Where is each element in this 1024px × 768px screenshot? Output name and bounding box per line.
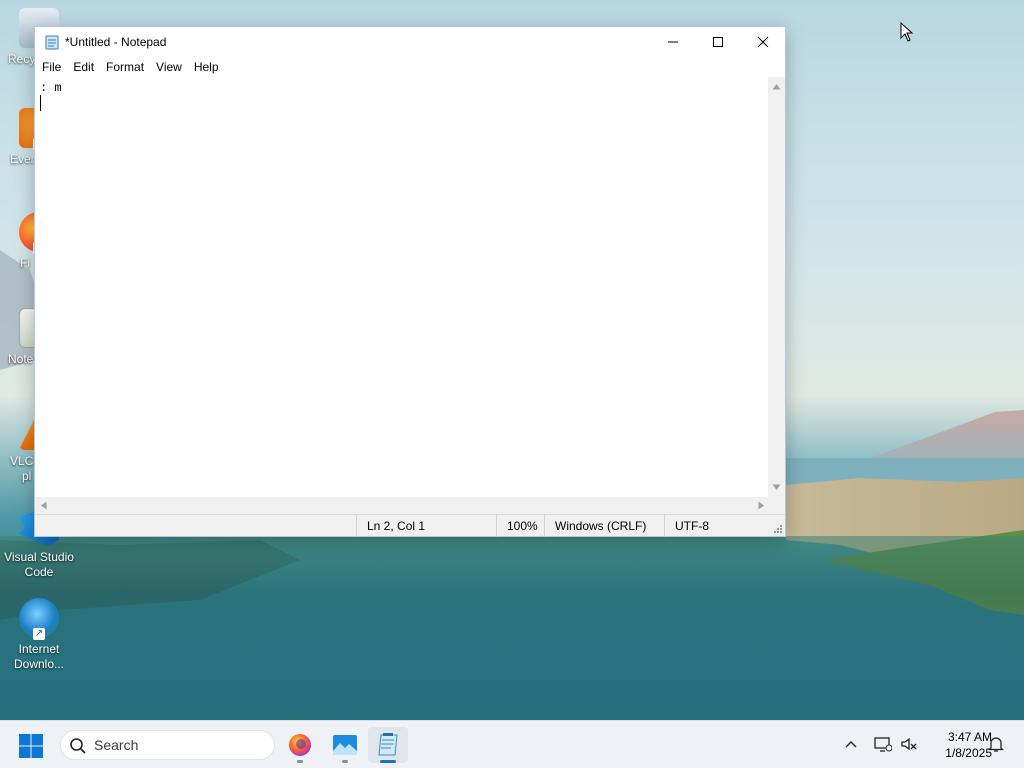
menu-edit[interactable]: Edit — [67, 58, 100, 76]
horizontal-scrollbar[interactable] — [35, 497, 770, 514]
water-reflection — [0, 536, 1024, 720]
chevron-up-icon — [845, 741, 857, 748]
taskbar-search[interactable] — [60, 730, 275, 760]
volume-status-button[interactable] — [898, 733, 920, 755]
text-editor-area[interactable]: : m — [35, 77, 770, 497]
desktop-icon-label-line2: Code — [24, 565, 54, 579]
running-indicator — [297, 760, 303, 763]
photos-icon — [333, 735, 357, 755]
status-cursor-position: Ln 2, Col 1 — [356, 515, 496, 537]
desktop-icon-label-line2: Downlo... — [13, 657, 65, 671]
scroll-up-icon[interactable] — [772, 83, 781, 90]
network-status-button[interactable] — [872, 733, 894, 755]
search-icon — [70, 738, 86, 754]
notifications-button[interactable] — [985, 733, 1007, 755]
bell-icon — [988, 736, 1004, 752]
minimize-button[interactable] — [650, 27, 696, 57]
menu-help[interactable]: Help — [188, 58, 225, 76]
search-input[interactable] — [94, 736, 264, 754]
title-bar[interactable]: *Untitled - Notepad — [35, 27, 785, 57]
status-zoom: 100% — [496, 515, 546, 537]
idm-globe-icon: ↗ — [19, 598, 59, 640]
scroll-down-icon[interactable] — [772, 484, 781, 491]
clock-time: 3:47 AM — [947, 730, 992, 744]
vertical-scrollbar[interactable] — [768, 77, 785, 497]
desktop-icon-label: Visual Studio — [4, 550, 74, 564]
menu-bar: File Edit Format View Help — [35, 57, 785, 77]
scroll-right-icon[interactable] — [758, 501, 765, 510]
menu-file[interactable]: File — [36, 58, 67, 76]
mouse-pointer-icon — [900, 22, 914, 42]
desktop-icon-label: Internet — [18, 642, 60, 656]
status-encoding: UTF-8 — [664, 515, 768, 537]
notepad-app-icon — [45, 35, 59, 50]
notepad-icon — [378, 733, 398, 756]
taskbar-app-photos[interactable] — [325, 727, 365, 763]
menu-format[interactable]: Format — [100, 58, 150, 76]
system-clock[interactable]: 3:47 AM 1/8/2025 — [922, 729, 992, 761]
clock-date: 1/8/2025 — [945, 746, 992, 760]
close-icon — [757, 36, 769, 48]
notepad-window[interactable]: *Untitled - Notepad File Edit Format Vie… — [34, 26, 786, 537]
menu-view[interactable]: View — [150, 58, 188, 76]
running-indicator — [342, 760, 348, 763]
minimize-icon — [668, 41, 678, 43]
speaker-muted-icon — [901, 737, 917, 751]
resize-grip-icon[interactable] — [773, 524, 783, 534]
taskbar: 3:47 AM 1/8/2025 — [0, 720, 1024, 768]
maximize-icon — [713, 37, 723, 47]
status-line-ending: Windows (CRLF) — [544, 515, 664, 537]
show-hidden-icons-button[interactable] — [840, 733, 862, 755]
taskbar-app-notepad[interactable] — [368, 727, 408, 763]
firefox-icon — [289, 734, 311, 756]
window-title: *Untitled - Notepad — [65, 35, 167, 49]
text-caret — [40, 95, 41, 111]
desktop-icon-internet-download-manager[interactable]: ↗ Internet Downlo... — [0, 598, 78, 672]
network-monitor-icon — [874, 737, 892, 752]
taskbar-app-firefox[interactable] — [280, 727, 320, 763]
shortcut-arrow-icon: ↗ — [33, 628, 45, 640]
close-button[interactable] — [740, 27, 786, 57]
scroll-left-icon[interactable] — [40, 501, 47, 510]
maximize-button[interactable] — [695, 27, 741, 57]
status-bar: Ln 2, Col 1 100% Windows (CRLF) UTF-8 — [35, 514, 785, 537]
scrollbar-corner — [768, 497, 785, 514]
active-indicator — [380, 760, 396, 763]
start-windows-icon[interactable] — [18, 733, 44, 759]
